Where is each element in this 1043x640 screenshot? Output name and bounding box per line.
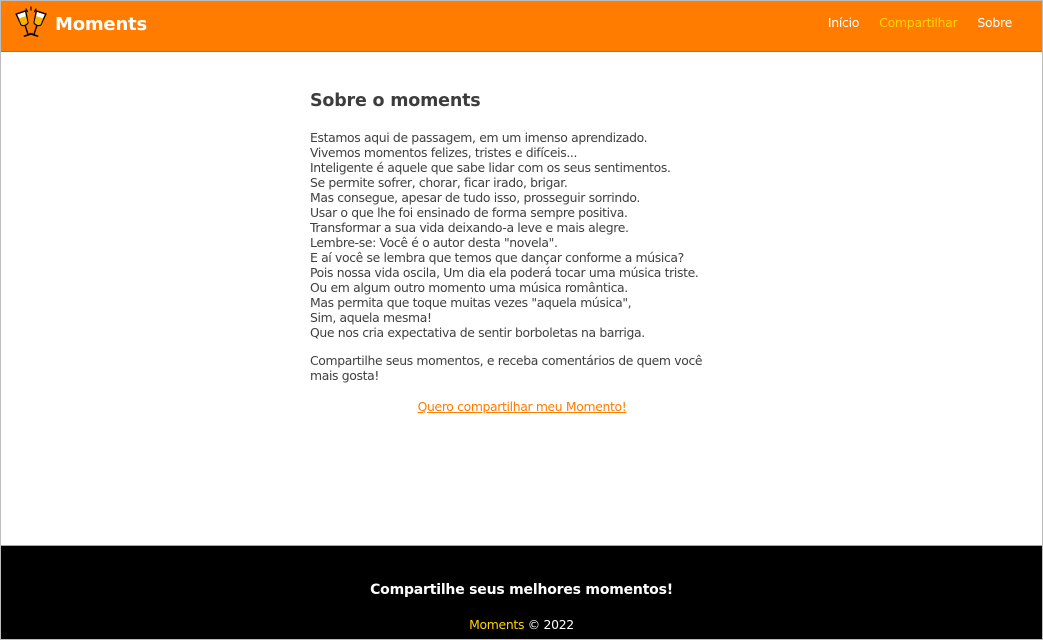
page-frame: Moments Início Compartilhar Sobre Sobre …: [0, 0, 1043, 640]
footer-brand: Moments: [469, 617, 525, 632]
nav-link-sobre[interactable]: Sobre: [977, 15, 1012, 30]
poem-line: Inteligente é aquele que sabe lidar com …: [310, 160, 671, 175]
poem-line: Ou em algum outro momento uma música rom…: [310, 280, 628, 295]
footer-tagline: Compartilhe seus melhores momentos!: [370, 582, 673, 598]
poem-line: Mas permita que toque muitas vezes "aque…: [310, 295, 632, 310]
page-title: Sobre o moments: [310, 91, 481, 111]
poem-line: Estamos aqui de passagem, em um imenso a…: [310, 130, 648, 145]
poem-line: Vivemos momentos felizes, tristes e difí…: [310, 145, 578, 160]
invite-text: Compartilhe seus momentos, e receba come…: [310, 353, 703, 383]
poem-line: Lembre-se: Você é o autor desta "novela"…: [310, 235, 558, 250]
footer: Compartilhe seus melhores momentos! Mome…: [1, 545, 1042, 639]
nav-links: Início Compartilhar Sobre: [808, 15, 1012, 30]
poem-line: Pois nossa vida oscila, Um dia ela poder…: [310, 265, 699, 280]
champagne-toast-icon: [15, 6, 47, 37]
nav-link-compartilhar[interactable]: Compartilhar: [879, 15, 958, 30]
poem-line: Que nos cria expectativa de sentir borbo…: [310, 325, 645, 340]
poem-line: Transformar a sua vida deixando-a leve e…: [310, 220, 629, 235]
brand-name: Moments: [55, 13, 147, 35]
main-content: Sobre o moments Estamos aqui de passagem…: [310, 91, 735, 415]
poem-line: Sim, aquela mesma!: [310, 310, 432, 325]
poem-line: Se permite sofrer, chorar, ficar irado, …: [310, 175, 568, 190]
brand-link[interactable]: Moments: [14, 6, 147, 42]
poem-line: Usar o que lhe foi ensinado de forma sem…: [310, 205, 628, 220]
poem-text: Estamos aqui de passagem, em um imenso a…: [310, 130, 735, 340]
share-moment-link[interactable]: Quero compartilhar meu Momento!: [418, 399, 627, 414]
cta-container: Quero compartilhar meu Momento!: [310, 396, 734, 415]
nav-link-inicio[interactable]: Início: [828, 15, 860, 30]
poem-line: E aí você se lembra que temos que dançar…: [310, 250, 684, 265]
footer-copyright: Moments © 2022: [1, 617, 1042, 632]
navbar: Moments Início Compartilhar Sobre: [1, 1, 1042, 52]
copyright-text: © 2022: [527, 617, 574, 632]
poem-line: Mas consegue, apesar de tudo isso, pross…: [310, 190, 640, 205]
